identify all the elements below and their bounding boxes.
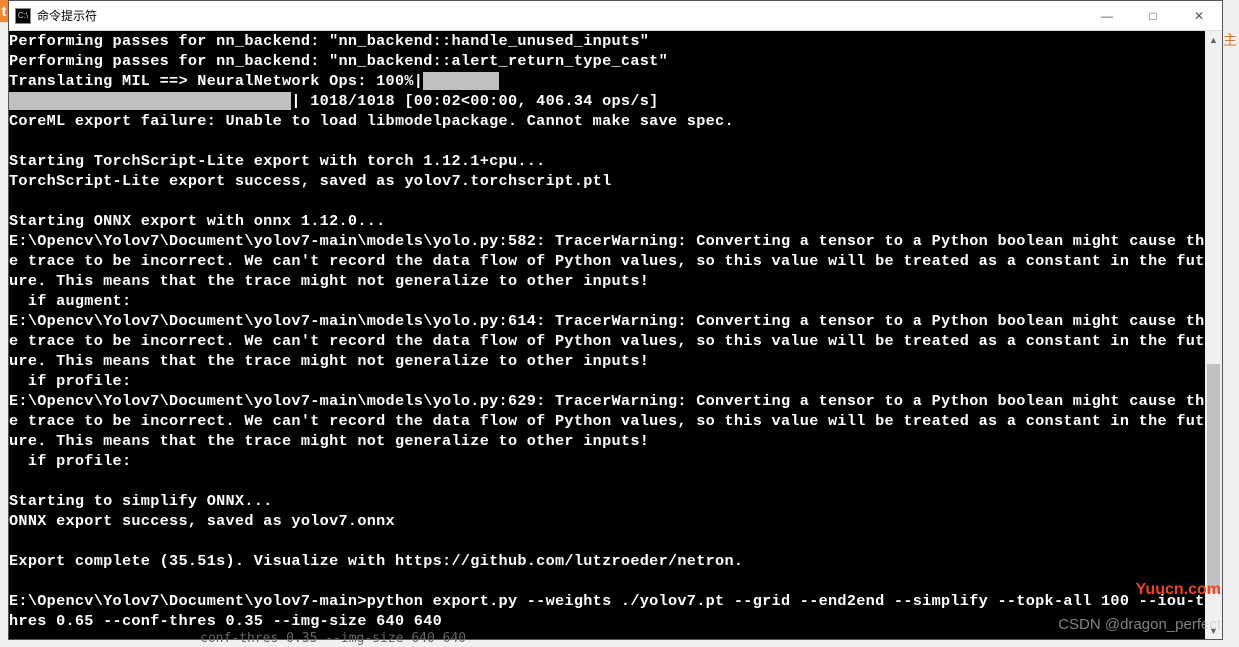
- minimize-button[interactable]: —: [1084, 1, 1130, 30]
- scroll-up-button[interactable]: ▲: [1205, 31, 1222, 48]
- shadow-text-behind: conf-thres 0.35 --img-size 640 640: [200, 631, 466, 646]
- cmd-icon: C:\: [15, 8, 31, 24]
- maximize-button[interactable]: □: [1130, 1, 1176, 30]
- watermark-url: Yuucn.com: [1136, 581, 1221, 599]
- scroll-thumb[interactable]: [1207, 364, 1220, 594]
- terminal-output[interactable]: Performing passes for nn_backend: "nn_ba…: [9, 31, 1222, 639]
- scroll-track[interactable]: [1205, 48, 1222, 622]
- watermark-csdn: CSDN @dragon_perfect: [1058, 616, 1221, 633]
- window-controls: — □ ✕: [1084, 1, 1222, 30]
- cmd-window: C:\ 命令提示符 — □ ✕ Performing passes for nn…: [8, 0, 1223, 640]
- window-title: 命令提示符: [37, 7, 1084, 24]
- vertical-scrollbar[interactable]: ▲ ▼: [1205, 31, 1222, 639]
- titlebar[interactable]: C:\ 命令提示符 — □ ✕: [9, 1, 1222, 31]
- watermark-right: 主: [1223, 30, 1237, 50]
- close-button[interactable]: ✕: [1176, 1, 1222, 30]
